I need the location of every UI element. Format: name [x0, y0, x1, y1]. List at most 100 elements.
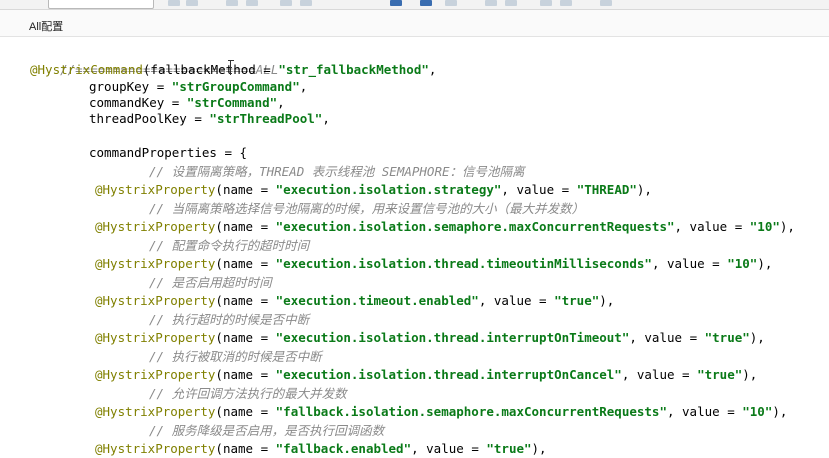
code-line: @HystrixProperty(name = "fallback.isolat… — [95, 403, 787, 421]
toolbar-button[interactable] — [168, 0, 180, 6]
annotation-token: @HystrixProperty — [95, 293, 216, 308]
code-line: @HystrixProperty(name = "execution.isola… — [95, 181, 652, 199]
code-token: (name = — [215, 219, 276, 234]
code-token: threadPoolKey = — [89, 111, 210, 126]
code-comment: // 执行超时的时候是否中断 — [149, 312, 310, 327]
code-token: ), — [636, 182, 652, 197]
annotation-token: @HystrixProperty — [95, 404, 216, 419]
string-token: "execution.isolation.strategy" — [275, 182, 502, 197]
code-token: , value = — [674, 219, 750, 234]
annotation-token: @HystrixProperty — [95, 441, 216, 456]
code-token: (name = — [215, 330, 276, 345]
annotation-token: @HystrixCommand — [30, 62, 143, 77]
string-token: "10" — [727, 256, 758, 271]
annotation-token: @HystrixProperty — [95, 219, 216, 234]
toolbar-button[interactable] — [540, 0, 552, 6]
code-token: , — [428, 62, 437, 77]
code-token: , value = — [478, 293, 555, 308]
code-line: @HystrixProperty(name = "execution.isola… — [95, 255, 772, 273]
string-token: "strThreadPool" — [209, 111, 323, 126]
string-token: "true" — [704, 330, 750, 345]
text-cursor-cap — [228, 60, 234, 61]
code-token: (fallbackMethod = — [142, 62, 279, 77]
toolbar-search-input[interactable] — [48, 0, 154, 9]
toolbar-button[interactable] — [226, 0, 238, 6]
annotation-token: @HystrixProperty — [95, 330, 216, 345]
toolbar-button[interactable] — [246, 0, 258, 6]
code-line: // 服务降级是否启用，是否执行回调函数 — [149, 422, 384, 440]
document-tab-title[interactable]: All配置 — [29, 18, 63, 34]
code-line: // 是否启用超时时间 — [149, 274, 272, 292]
string-token: "execution.isolation.thread.interruptOnC… — [275, 367, 622, 382]
toolbar-button[interactable] — [420, 0, 432, 6]
string-token: "execution.isolation.thread.interruptOnT… — [275, 330, 630, 345]
code-line: @HystrixProperty(name = "execution.isola… — [95, 366, 757, 384]
code-line: // 允许回调方法执行的最大并发数 — [149, 385, 347, 403]
code-token: ), — [757, 256, 773, 271]
code-line: // 设置隔离策略，THREAD 表示线程池 SEMAPHORE：信号池隔离 — [149, 163, 525, 181]
code-comment: // 服务降级是否启用，是否执行回调函数 — [149, 423, 385, 438]
string-token: "strCommand" — [186, 95, 278, 110]
code-line: @HystrixProperty(name = "execution.isola… — [95, 329, 765, 347]
toolbar-button[interactable] — [280, 0, 292, 6]
code-token: , value = — [501, 182, 577, 197]
toolbar-button[interactable] — [560, 0, 572, 6]
toolbar-button[interactable] — [445, 0, 457, 6]
code-token: , value = — [651, 256, 728, 271]
toolbar-button[interactable] — [390, 0, 402, 6]
code-token: (name = — [215, 441, 276, 456]
string-token: "execution.isolation.thread.timeoutinMil… — [275, 256, 652, 271]
code-editor[interactable]: //========================ALL @HystrixCo… — [0, 37, 829, 458]
toolbar-button[interactable] — [600, 0, 612, 6]
code-token: , value = — [621, 367, 698, 382]
toolbar-button[interactable] — [485, 0, 497, 6]
annotation-token: @HystrixProperty — [95, 367, 216, 382]
code-line: // 当隔离策略选择信号池隔离的时候，用来设置信号池的大小（最大并发数） — [149, 200, 584, 218]
annotation-token: @HystrixProperty — [95, 182, 216, 197]
toolbar-button[interactable] — [300, 0, 312, 6]
code-comment: // 当隔离策略选择信号池隔离的时候，用来设置信号池的大小（最大并发数） — [149, 201, 585, 216]
string-token: "true" — [486, 441, 532, 456]
code-token: (name = — [215, 367, 276, 382]
string-token: "fallback.enabled" — [275, 441, 412, 456]
string-token: "THREAD" — [576, 182, 637, 197]
string-token: "true" — [554, 293, 600, 308]
code-token: , — [322, 111, 330, 126]
code-line: @HystrixProperty(name = "fallback.enable… — [95, 440, 547, 458]
code-line: // 执行被取消的时候是否中断 — [149, 348, 322, 366]
string-token: "str_fallbackMethod" — [278, 62, 429, 77]
code-token: , — [299, 79, 308, 94]
code-token: , — [277, 95, 285, 110]
code-token: commandKey = — [89, 95, 187, 110]
toolbar — [0, 0, 829, 10]
code-token: ), — [772, 404, 788, 419]
code-token: ), — [779, 219, 795, 234]
code-token: , value = — [666, 404, 743, 419]
string-token: "execution.timeout.enabled" — [275, 293, 479, 308]
code-token: (name = — [215, 404, 276, 419]
string-token: "10" — [742, 404, 773, 419]
code-token: (name = — [215, 293, 276, 308]
toolbar-button[interactable] — [186, 0, 198, 6]
code-token: ), — [531, 441, 547, 456]
toolbar-button[interactable] — [505, 0, 517, 6]
string-token: "execution.isolation.semaphore.maxConcur… — [275, 219, 675, 234]
string-token: "strGroupCommand" — [171, 79, 300, 94]
code-line: // 配置命令执行的超时时间 — [149, 237, 309, 255]
code-comment: // 设置隔离策略，THREAD 表示线程池 SEMAPHORE：信号池隔离 — [149, 164, 525, 179]
code-token: ), — [599, 293, 615, 308]
text-cursor — [230, 61, 231, 75]
code-token: groupKey = — [89, 79, 172, 94]
code-token: , value = — [411, 441, 487, 456]
code-token: , value = — [629, 330, 705, 345]
string-token: "fallback.isolation.semaphore.maxConcurr… — [275, 404, 667, 419]
code-line: @HystrixProperty(name = "execution.isola… — [95, 218, 795, 236]
annotation-token: @HystrixProperty — [95, 256, 216, 271]
code-token: (name = — [215, 182, 276, 197]
code-comment: // 是否启用超时时间 — [149, 275, 272, 290]
code-token: commandProperties = { — [89, 145, 248, 160]
string-token: "10" — [749, 219, 780, 234]
code-line: commandProperties = { — [89, 144, 247, 162]
code-line: @HystrixProperty(name = "execution.timeo… — [95, 292, 614, 310]
code-comment: // 配置命令执行的超时时间 — [149, 238, 310, 253]
